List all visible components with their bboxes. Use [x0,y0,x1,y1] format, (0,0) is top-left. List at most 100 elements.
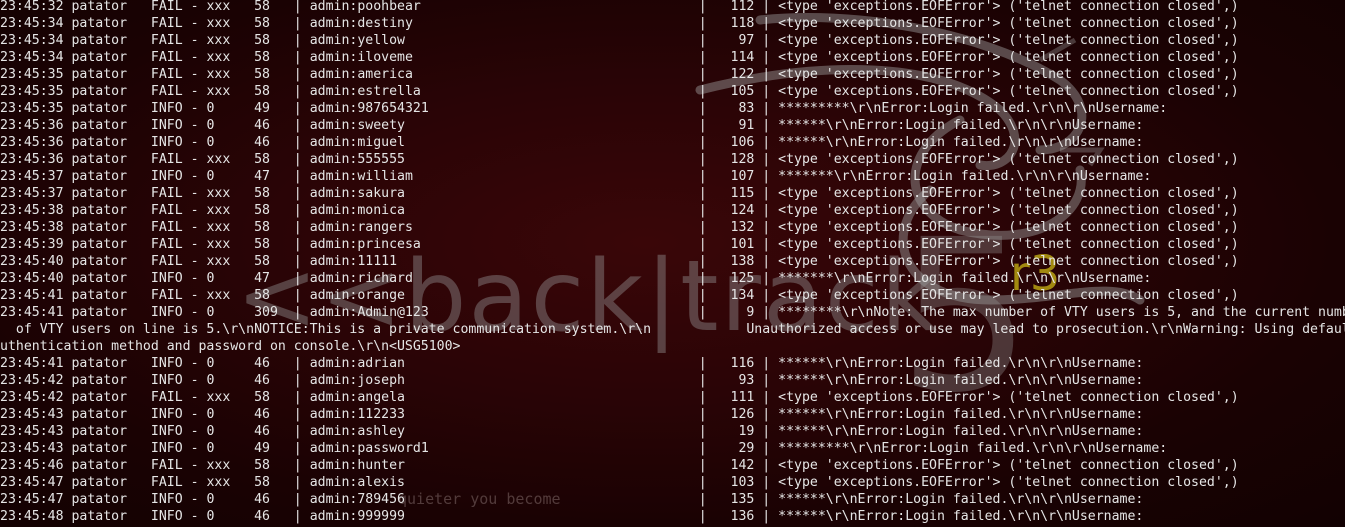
log-separator: | [698,237,715,252]
log-message: <type 'exceptions.EOFError'> ('telnet co… [778,33,1239,48]
log-status: FAIL - xxx [150,33,255,48]
log-separator: | [293,390,310,405]
log-candidate: admin:password1 [309,441,699,456]
log-time: 23:45:46 [0,458,72,473]
log-separator: | [698,84,715,99]
log-code: 58 [254,390,294,405]
log-candidate: admin:angela [309,390,699,405]
log-time: 23:45:34 [0,33,72,48]
log-line: 23:45:34 patator FAIL - xxx 58 | admin:d… [0,15,1345,32]
log-separator: | [754,288,779,303]
log-line: 23:45:41 patator INFO - 0 309 | admin:Ad… [0,304,1345,321]
log-module: patator [71,288,151,303]
log-line: 23:45:40 patator FAIL - xxx 58 | admin:1… [0,253,1345,270]
log-code: 46 [254,509,294,524]
log-candidate: admin:ashley [309,424,699,439]
log-candidate: admin:789456 [309,492,699,507]
log-line: 23:45:38 patator FAIL - xxx 58 | admin:m… [0,202,1345,219]
log-candidate: admin:monica [309,203,699,218]
log-code: 49 [254,101,294,116]
log-time: 23:45:37 [0,169,72,184]
log-separator: | [754,458,779,473]
log-status: FAIL - xxx [150,475,255,490]
log-separator: | [754,152,779,167]
log-code: 58 [254,288,294,303]
log-code: 46 [254,135,294,150]
log-module: patator [71,186,151,201]
log-module: patator [71,356,151,371]
log-message: <type 'exceptions.EOFError'> ('telnet co… [778,50,1239,65]
log-continuation-text: of VTY users on line is 5.\r\nNOTICE:Thi… [0,322,1345,337]
log-module: patator [71,33,151,48]
log-separator: | [698,186,715,201]
log-module: patator [71,67,151,82]
log-module: patator [71,135,151,150]
log-separator: | [293,356,310,371]
log-separator: | [293,475,310,490]
log-candidate: admin:987654321 [309,101,699,116]
terminal-output[interactable]: 23:45:32 patator FAIL - xxx 58 | admin:p… [0,0,1345,525]
log-message: ******\r\nError:Login failed.\r\n\r\nUse… [778,118,1144,133]
log-size: 29 [714,441,755,456]
log-module: patator [71,0,151,14]
log-candidate: admin:999999 [309,509,699,524]
log-message: ******\r\nError:Login failed.\r\n\r\nUse… [778,492,1144,507]
log-line-continuation: of VTY users on line is 5.\r\nNOTICE:Thi… [0,321,1345,338]
log-code: 58 [254,67,294,82]
log-line: 23:45:36 patator INFO - 0 46 | admin:swe… [0,117,1345,134]
log-separator: | [754,16,779,31]
log-message: *********\r\nError:Login failed.\r\n\r\n… [778,101,1168,116]
log-size: 134 [714,288,755,303]
log-size: 101 [714,237,755,252]
log-candidate: admin:sakura [309,186,699,201]
log-message: <type 'exceptions.EOFError'> ('telnet co… [778,475,1239,490]
log-separator: | [698,356,715,371]
log-time: 23:45:35 [0,84,72,99]
log-code: 46 [254,424,294,439]
log-separator: | [698,305,715,320]
log-separator: | [754,305,779,320]
log-size: 112 [714,0,755,14]
log-candidate: admin:yellow [309,33,699,48]
log-separator: | [293,407,310,422]
log-code: 58 [254,33,294,48]
log-code: 58 [254,220,294,235]
log-line: 23:45:35 patator FAIL - xxx 58 | admin:a… [0,66,1345,83]
log-status: INFO - 0 [150,407,255,422]
log-candidate: admin:america [309,67,699,82]
log-module: patator [71,509,151,524]
log-separator: | [293,50,310,65]
log-message: ******\r\nError:Login failed.\r\n\r\nUse… [778,424,1144,439]
log-line: 23:45:41 patator INFO - 0 46 | admin:adr… [0,355,1345,372]
log-separator: | [698,50,715,65]
log-message: <type 'exceptions.EOFError'> ('telnet co… [778,84,1239,99]
log-line: 23:45:43 patator INFO - 0 49 | admin:pas… [0,440,1345,457]
log-time: 23:45:41 [0,356,72,371]
log-size: 122 [714,67,755,82]
log-separator: | [698,492,715,507]
log-status: FAIL - xxx [150,254,255,269]
log-module: patator [71,16,151,31]
log-separator: | [698,152,715,167]
log-separator: | [293,492,310,507]
log-code: 58 [254,203,294,218]
log-status: FAIL - xxx [150,390,255,405]
log-module: patator [71,424,151,439]
log-size: 111 [714,390,755,405]
log-candidate: admin:Admin@123 [309,305,699,320]
log-line: 23:45:34 patator FAIL - xxx 58 | admin:i… [0,49,1345,66]
log-separator: | [698,203,715,218]
log-size: 83 [714,101,755,116]
log-separator: | [293,203,310,218]
log-line: 23:45:34 patator FAIL - xxx 58 | admin:y… [0,32,1345,49]
log-message: <type 'exceptions.EOFError'> ('telnet co… [778,16,1239,31]
log-status: FAIL - xxx [150,50,255,65]
log-separator: | [698,424,715,439]
log-separator: | [293,0,310,14]
log-separator: | [754,135,779,150]
log-separator: | [754,492,779,507]
log-separator: | [293,237,310,252]
log-time: 23:45:32 [0,0,72,14]
log-status: FAIL - xxx [150,220,255,235]
log-continuation-text: uthentication method and password on con… [0,339,461,354]
